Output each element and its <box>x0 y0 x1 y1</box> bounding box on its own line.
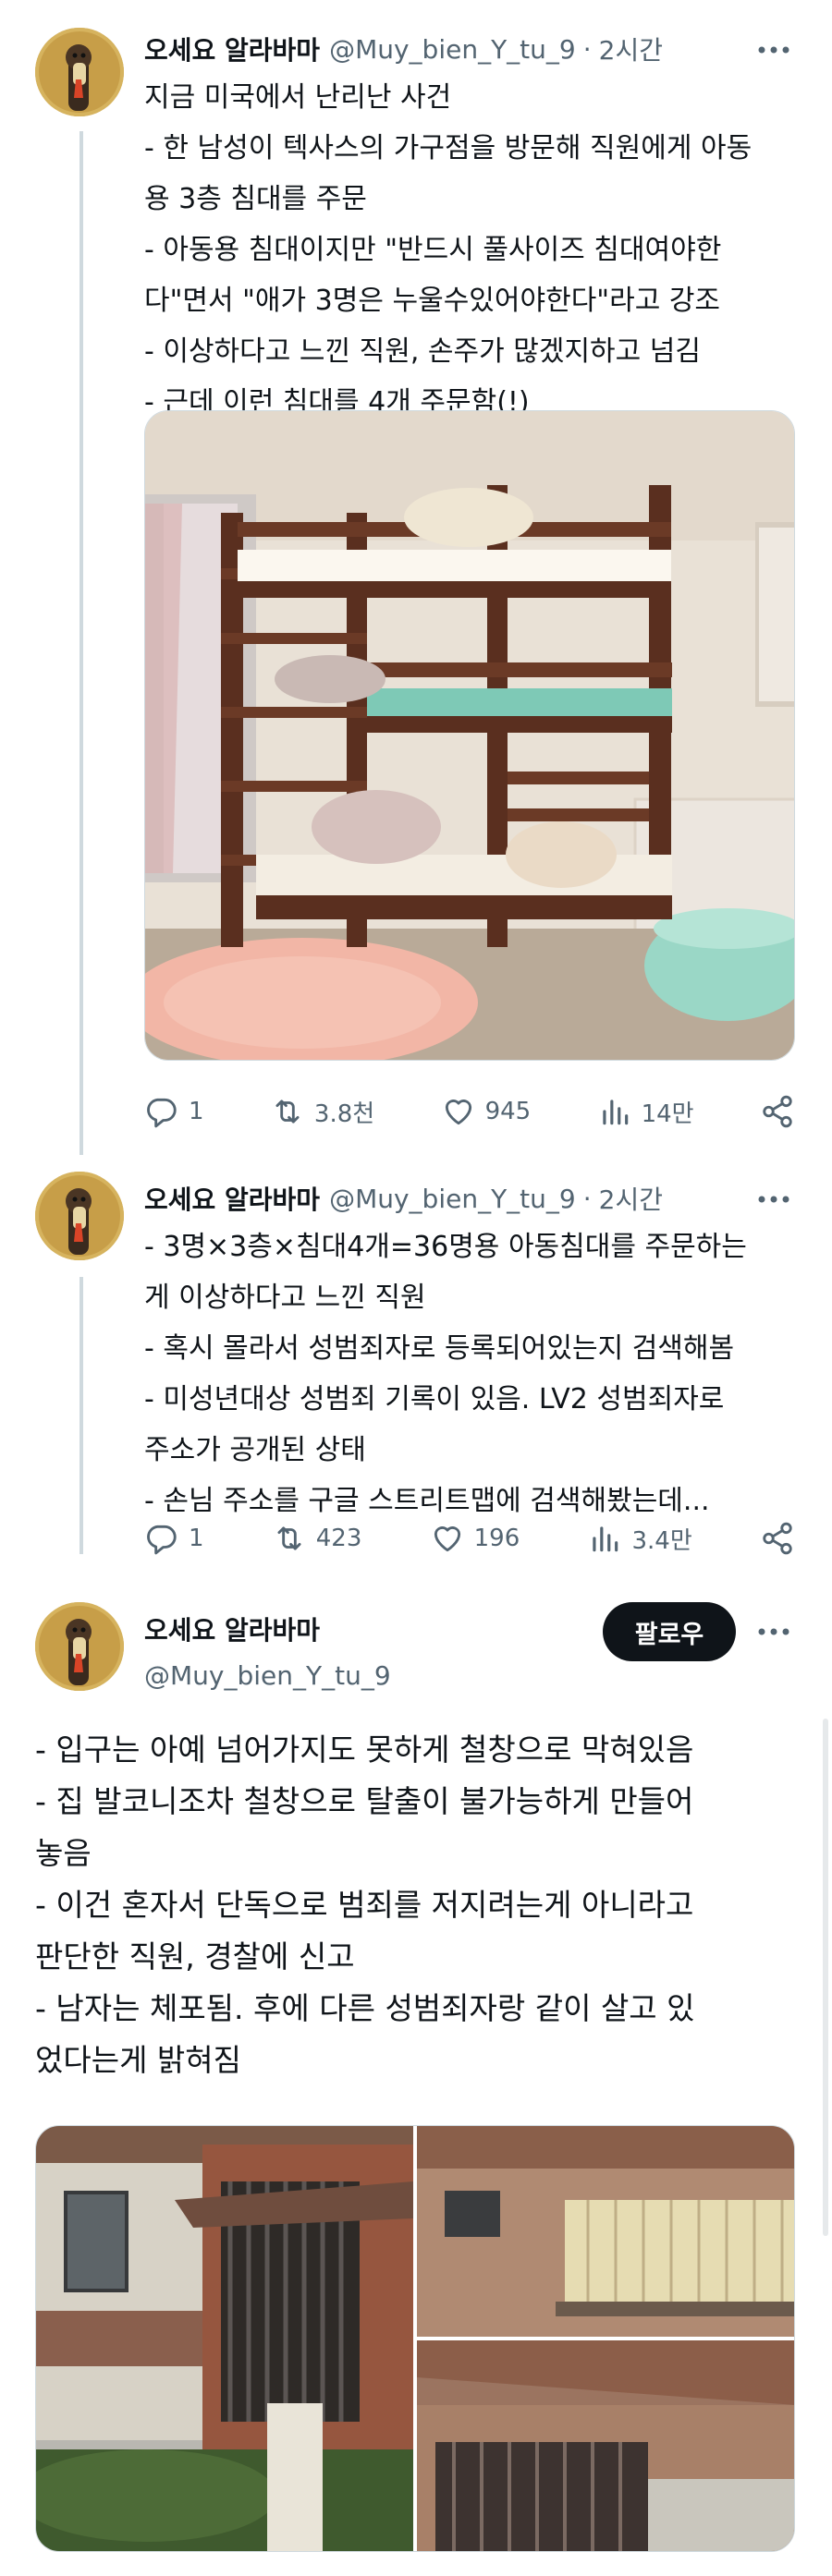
author-handle[interactable]: @Muy_bien_Y_tu_9 <box>144 1660 391 1691</box>
retweet-icon <box>275 1100 300 1124</box>
more-icon <box>758 1628 789 1635</box>
heart-icon <box>434 1526 460 1552</box>
separator-dot: · <box>582 1183 592 1214</box>
reply-icon <box>147 1525 177 1555</box>
barred-balcony-photo[interactable] <box>417 2340 794 2551</box>
retweet-count: 3.8천 <box>313 1100 375 1128</box>
tweet-line: 게 이상하다고 느낀 직원 <box>144 1282 426 1314</box>
thread-connector <box>80 1277 83 1554</box>
view-count: 3.4만 <box>631 1526 692 1555</box>
like-button[interactable]: 196 <box>430 1521 520 1556</box>
tweet-line: - 이건 혼자서 단독으로 범죄를 저지려는게 아니라고 <box>35 1887 694 1923</box>
separator-dot: · <box>582 33 592 65</box>
author-name[interactable]: 오세요 알라바마 <box>144 30 320 67</box>
more-button[interactable] <box>751 1613 797 1650</box>
main-tweet-text: - 입구는 아예 넘어가지도 못하게 철창으로 막혀있음 - 집 발코니조차 철… <box>35 1724 793 2086</box>
timestamp[interactable]: 2시간 <box>599 30 663 67</box>
tweet-line: - 아동용 침대이지만 "반드시 풀사이즈 침대여야한 <box>144 234 722 266</box>
author-handle[interactable]: @Muy_bien_Y_tu_9 <box>329 34 576 65</box>
thread-connector <box>80 131 83 1155</box>
tweet-line: - 남자는 체포됨. 후에 다른 성범죄자랑 같이 살고 있 <box>35 1990 695 2026</box>
retweet-button[interactable]: 3.8천 <box>270 1094 374 1129</box>
scrollbar[interactable] <box>823 1719 828 2236</box>
timestamp[interactable]: 2시간 <box>599 1180 663 1217</box>
share-icon <box>763 1522 792 1555</box>
tweet-actions: 1 423 196 3.4만 <box>144 1515 795 1561</box>
more-button[interactable] <box>751 1181 797 1218</box>
main-author-name-row: 오세요 알라바마 <box>144 1606 320 1652</box>
tweet-line: 다"면서 "애가 3명은 누울수있어야한다"라고 강조 <box>144 285 721 317</box>
retweet-count: 423 <box>315 1525 362 1552</box>
balcony-photo[interactable] <box>417 2126 794 2337</box>
tweet-text: 지금 미국에서 난리난 사건 - 한 남성이 텍사스의 가구점을 방문해 직원에… <box>144 72 804 428</box>
like-button[interactable]: 945 <box>441 1094 532 1129</box>
share-button[interactable] <box>760 1094 795 1129</box>
author-name[interactable]: 오세요 알라바마 <box>144 1610 320 1647</box>
avatar[interactable] <box>35 1172 124 1260</box>
reply-count: 1 <box>189 1525 204 1552</box>
reply-button[interactable]: 1 <box>144 1094 204 1129</box>
tweet-line: 었다는게 밝혀짐 <box>35 2042 242 2078</box>
more-icon <box>758 46 789 54</box>
avatar[interactable] <box>35 1602 124 1691</box>
tweet-line: - 3명×3층×침대4개=36명용 아동침대를 주문하는 <box>144 1231 747 1263</box>
views-button[interactable]: 14만 <box>597 1094 694 1129</box>
reply-icon <box>147 1098 177 1128</box>
follow-button[interactable]: 팔로우 <box>603 1602 736 1661</box>
heart-icon <box>445 1100 471 1125</box>
avatar[interactable] <box>35 28 124 116</box>
share-button[interactable] <box>760 1521 795 1556</box>
tweet-actions: 1 3.8천 945 14만 <box>144 1088 795 1135</box>
tweet-line: - 혹시 몰라서 성범죄자로 등록되어있는지 검색해봄 <box>144 1332 735 1365</box>
tweet-line: - 입구는 아예 넘어가지도 못하게 철창으로 막혀있음 <box>35 1732 694 1768</box>
retweet-icon <box>277 1526 301 1550</box>
tweet-line: 지금 미국에서 난리난 사건 <box>144 81 452 114</box>
share-icon <box>763 1095 792 1128</box>
view-count: 14만 <box>641 1100 694 1128</box>
tweet-header: 오세요 알라바마 @Muy_bien_Y_tu_9 · 2시간 <box>144 1175 663 1221</box>
tweet-line: - 이상하다고 느낀 직원, 손주가 많겠지하고 넘김 <box>144 335 701 368</box>
more-button[interactable] <box>751 31 797 68</box>
more-icon <box>758 1196 789 1203</box>
tweet-text: - 3명×3층×침대4개=36명용 아동침대를 주문하는 게 이상하다고 느낀 … <box>144 1221 804 1526</box>
tweet-line: - 집 발코니조차 철창으로 탈출이 불가능하게 만들어 <box>35 1783 694 1819</box>
house-entrance-photo[interactable] <box>36 2126 413 2551</box>
views-button[interactable]: 3.4만 <box>587 1521 692 1556</box>
retweet-button[interactable]: 423 <box>272 1521 362 1556</box>
reply-button[interactable]: 1 <box>144 1521 204 1556</box>
views-icon <box>593 1526 618 1552</box>
author-handle[interactable]: @Muy_bien_Y_tu_9 <box>329 1184 576 1214</box>
house-photo-grid <box>35 2125 795 2552</box>
tweet-line: - 미성년대상 성범죄 기록이 있음. LV2 성범죄자로 <box>144 1383 725 1416</box>
tweet-line: - 한 남성이 텍사스의 가구점을 방문해 직원에게 아동 <box>144 132 752 164</box>
tweet-line: 놓음 <box>35 1835 92 1871</box>
bunk-bed-photo[interactable] <box>144 410 795 1061</box>
tweet-line: 판단한 직원, 경찰에 신고 <box>35 1938 355 1975</box>
tweet-header: 오세요 알라바마 @Muy_bien_Y_tu_9 · 2시간 <box>144 26 663 72</box>
reply-count: 1 <box>189 1098 204 1125</box>
views-icon <box>602 1100 628 1125</box>
author-name[interactable]: 오세요 알라바마 <box>144 1180 320 1217</box>
like-count: 945 <box>484 1098 532 1125</box>
like-count: 196 <box>473 1525 520 1552</box>
main-author-handle-row: @Muy_bien_Y_tu_9 <box>144 1652 391 1698</box>
tweet-line: 주소가 공개된 상태 <box>144 1434 366 1466</box>
tweet-line: 용 3층 침대를 주문 <box>144 183 367 215</box>
